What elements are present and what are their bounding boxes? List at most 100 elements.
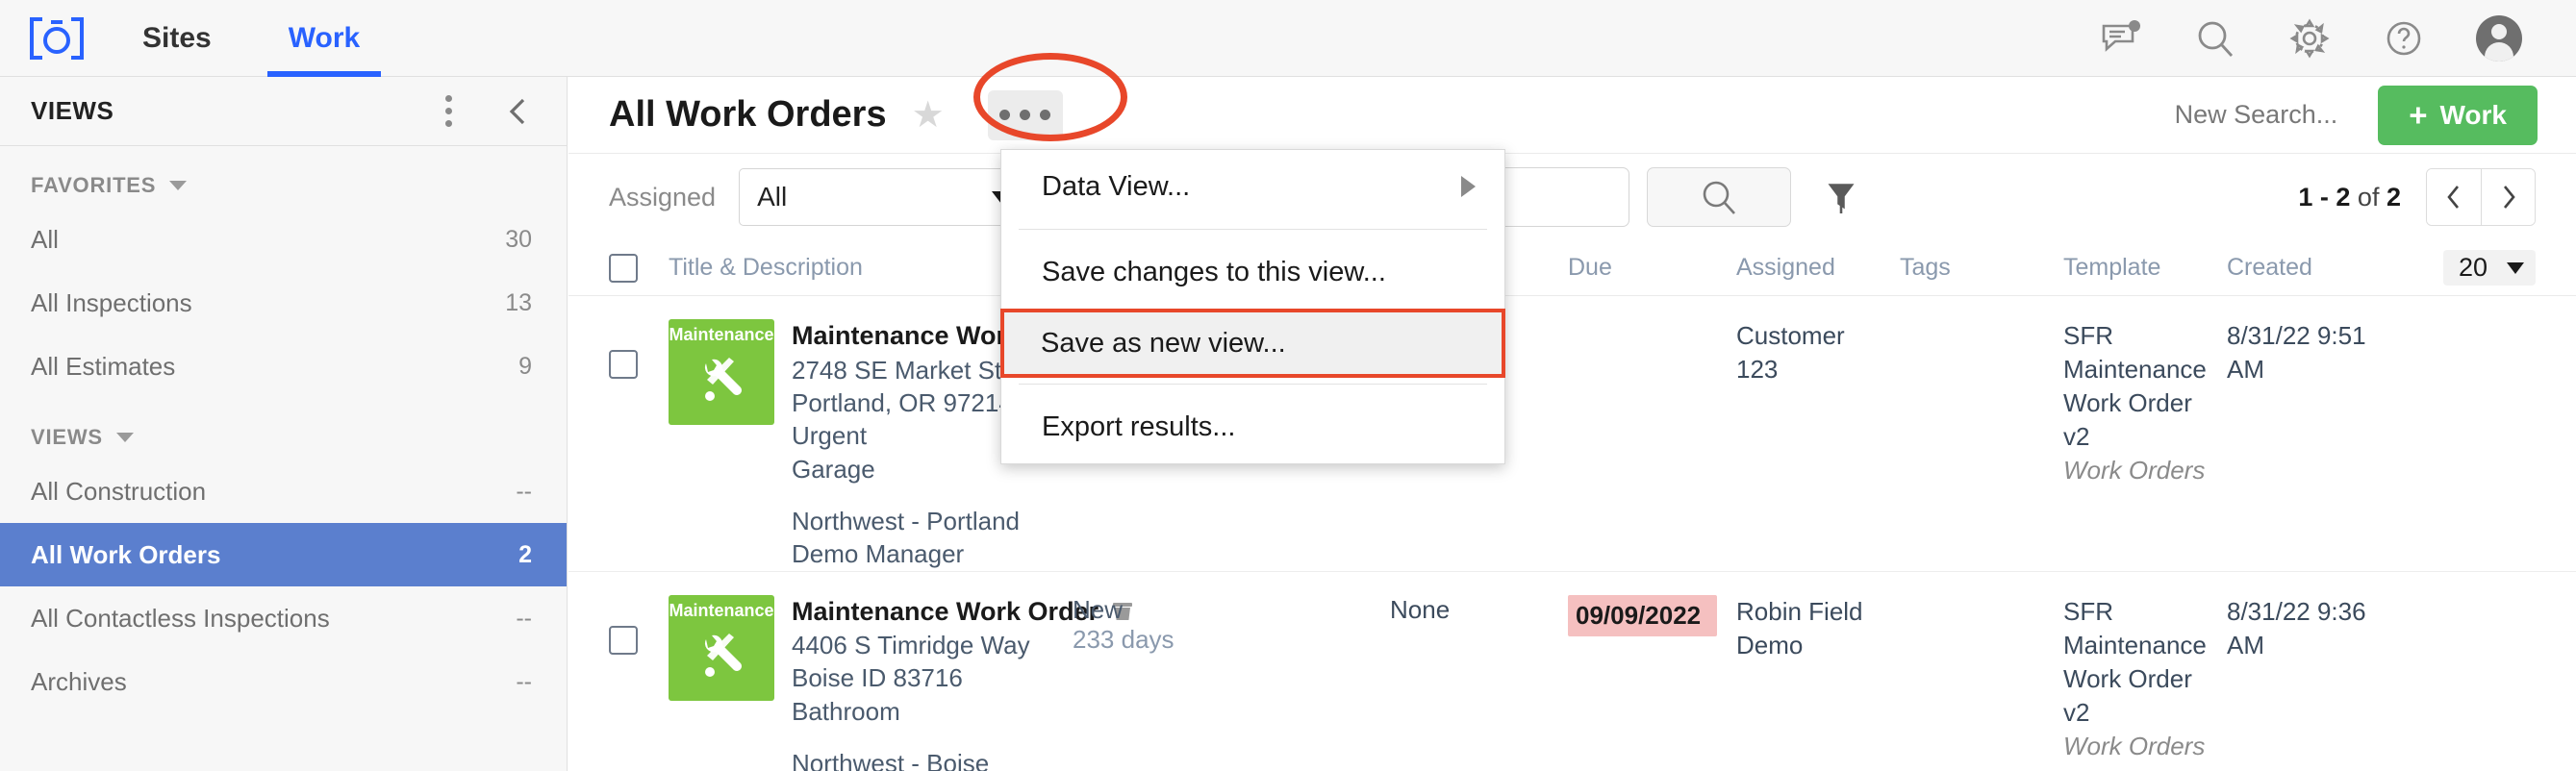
sidebar-item-all[interactable]: All 30 (0, 208, 567, 271)
column-header-assigned[interactable]: Assigned (1736, 254, 1900, 282)
row-assigned-line2: 123 (1736, 355, 1779, 385)
row-assigned-line1: Customer (1736, 321, 1845, 350)
table-row[interactable]: Maintenance Maintenance Work Order (568, 296, 2576, 572)
column-header-created[interactable]: Created (2227, 254, 2410, 282)
assigned-filter-label: Assigned (609, 182, 717, 211)
funnel-icon[interactable] (1808, 167, 1875, 227)
topnav-tab-sites-label: Sites (142, 21, 212, 54)
row-checkbox-cell (609, 319, 669, 571)
topnav-tab-sites[interactable]: Sites (121, 0, 233, 77)
column-header-template[interactable]: Template (2063, 254, 2227, 282)
kebab-menu-icon[interactable] (434, 92, 463, 131)
row-created-cell: 8/31/22 9:36 AM (2227, 595, 2410, 771)
avatar[interactable] (2476, 14, 2522, 62)
add-work-button-label: Work (2439, 99, 2508, 130)
row-template-cell: SFR Maintenance Work Order v2 Work Order… (2063, 319, 2227, 571)
assigned-filter-value: All (757, 182, 788, 211)
chevron-left-icon[interactable] (499, 92, 538, 131)
app-root: Sites Work VIEWS FAVORITES All 30 All In… (0, 0, 2576, 771)
row-title-label: Maintenance Work Order (792, 596, 1099, 626)
help-icon[interactable] (2382, 16, 2426, 61)
row-checkbox[interactable] (609, 625, 638, 655)
row-tags-cell (1900, 595, 2063, 771)
ellipsis-icon[interactable] (987, 89, 1063, 140)
column-header-tags[interactable]: Tags (1900, 254, 2063, 282)
work-orders-table: Title & Description Status Priority Due … (568, 240, 2576, 771)
new-search-link[interactable]: New Search... (2175, 100, 2338, 130)
row-created-cell: 8/31/22 9:51 AM (2227, 319, 2410, 571)
row-footer-line1: Northwest - Portland (792, 506, 1020, 535)
table-header-row: Title & Description Status Priority Due … (568, 240, 2576, 296)
sidebar-group-favorites-label[interactable]: FAVORITES (0, 146, 567, 208)
menu-item-export-results-label: Export results... (1042, 410, 1236, 442)
sidebar-item-all-contactless-inspections[interactable]: All Contactless Inspections -- (0, 586, 567, 650)
sidebar-group-views-label[interactable]: VIEWS (0, 398, 567, 460)
row-tags-cell (1900, 319, 2063, 571)
sidebar-item-all-estimates[interactable]: All Estimates 9 (0, 335, 567, 398)
work-type-thumbnail: Maintenance (669, 594, 774, 701)
page-size-select[interactable]: 20 (2442, 250, 2536, 286)
sidebar-item-all-count: 30 (505, 225, 532, 253)
menu-item-save-as-new-view-label: Save as new view... (1041, 327, 1286, 359)
row-template-line1: SFR (2063, 321, 2113, 350)
camera-bracket-logo-icon[interactable] (27, 14, 87, 62)
menu-item-save-changes[interactable]: Save changes to this view... (1001, 236, 1504, 309)
chevron-down-icon (169, 181, 188, 190)
row-created-line1: 8/31/22 9:51 (2227, 321, 2366, 350)
pagination-range: 1 - 2 (2298, 182, 2351, 211)
sidebar-item-archives[interactable]: Archives -- (0, 650, 567, 713)
row-template-line2: Maintenance (2063, 630, 2207, 659)
page-size-value: 20 (2458, 253, 2488, 282)
row-template-line3: Work Order (2063, 388, 2192, 418)
next-page-button[interactable] (2481, 169, 2535, 225)
plus-icon: + (2409, 97, 2428, 133)
pagination-of-label: of (2357, 182, 2380, 211)
sidebar-item-all-contactless-inspections-count: -- (516, 604, 532, 632)
row-created-line2: AM (2227, 630, 2264, 659)
work-type-thumbnail-label: Maintenance (669, 325, 774, 344)
sidebar-item-all-label: All (31, 224, 59, 254)
sidebar-item-all-work-orders[interactable]: All Work Orders 2 (0, 523, 567, 586)
row-due-cell (1568, 319, 1736, 571)
sidebar-item-all-construction-label: All Construction (31, 476, 207, 506)
main-panel: All Work Orders ★ New Search... + Work A… (568, 77, 2576, 771)
topnav-tab-work-label: Work (288, 21, 361, 54)
search-submit-button[interactable] (1647, 167, 1792, 227)
work-type-thumbnail: Maintenance (669, 319, 774, 425)
menu-item-save-as-new-view[interactable]: Save as new view... (1000, 309, 1505, 378)
sidebar-item-all-estimates-label: All Estimates (31, 351, 176, 381)
sidebar-item-all-work-orders-label: All Work Orders (31, 539, 221, 569)
view-options-menu: Data View... Save changes to this view..… (1000, 149, 1505, 464)
chevron-down-icon (2507, 261, 2524, 274)
search-icon[interactable] (2193, 16, 2237, 61)
row-status-cell: New 233 days (1073, 595, 1390, 771)
select-all-checkbox[interactable] (609, 253, 638, 283)
row-template-line1: SFR (2063, 596, 2113, 626)
row-priority-cell: None (1390, 594, 1451, 624)
add-work-button[interactable]: + Work (2378, 85, 2538, 145)
column-header-due[interactable]: Due (1568, 254, 1736, 282)
row-assigned-cell: Robin Field Demo (1736, 595, 1900, 771)
table-row[interactable]: Maintenance Maintenance Work Order (568, 572, 2576, 771)
gear-icon[interactable] (2287, 16, 2332, 61)
row-template-line4: v2 (2063, 422, 2090, 452)
sidebar-item-all-inspections[interactable]: All Inspections 13 (0, 271, 567, 335)
assigned-filter-select[interactable]: All (739, 168, 1028, 226)
topnav-tab-work[interactable]: Work (266, 0, 382, 77)
menu-item-data-view[interactable]: Data View... (1001, 150, 1504, 223)
sidebar-item-all-inspections-label: All Inspections (31, 287, 192, 317)
messages-icon[interactable] (2099, 16, 2143, 61)
prev-page-button[interactable] (2427, 169, 2481, 225)
row-due-cell: 09/09/2022 (1568, 594, 1736, 771)
main-header: All Work Orders ★ New Search... + Work (568, 77, 2576, 154)
row-checkbox[interactable] (609, 350, 638, 379)
row-assigned-line1: Robin Field (1736, 596, 1863, 626)
menu-item-export-results[interactable]: Export results... (1001, 390, 1504, 463)
sidebar-item-archives-count: -- (516, 667, 532, 695)
star-icon[interactable]: ★ (912, 97, 945, 134)
sidebar-title: VIEWS (31, 96, 114, 125)
row-status: New (1073, 594, 1124, 624)
row-template-line2: Maintenance (2063, 355, 2207, 385)
sidebar-item-all-construction[interactable]: All Construction -- (0, 460, 567, 523)
row-created-line2: AM (2227, 355, 2264, 385)
